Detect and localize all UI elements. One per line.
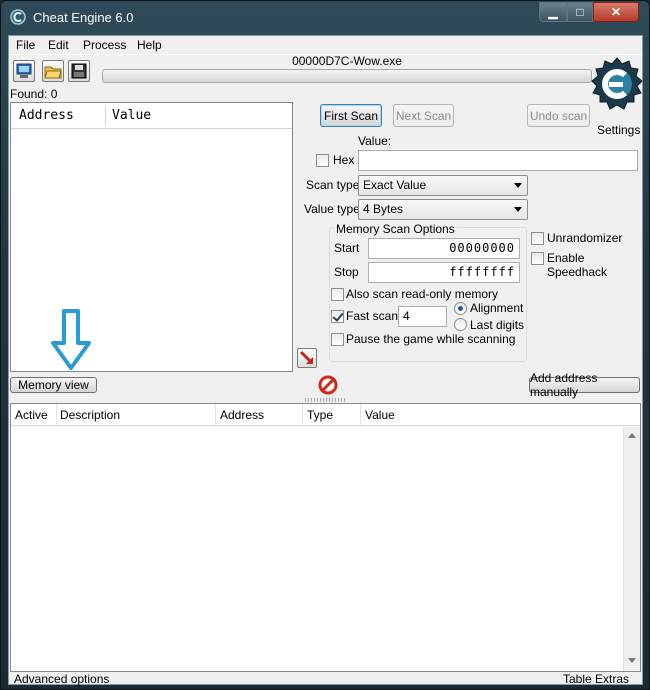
stop-icon[interactable]: [318, 375, 338, 395]
main-client-area: File Edit Process Help 00000D7C-Wow.exe …: [8, 35, 643, 686]
scan-type-value: Exact Value: [363, 178, 427, 192]
pause-game-label: Pause the game while scanning: [346, 332, 516, 346]
start-address-input[interactable]: 00000000: [368, 238, 520, 259]
stop-label: Stop: [334, 265, 359, 279]
chevron-down-icon: [514, 207, 522, 212]
column-header-type[interactable]: Type: [307, 408, 333, 422]
memory-scan-options-label: Memory Scan Options: [334, 222, 457, 236]
start-label: Start: [334, 241, 360, 255]
attached-process-name: 00000D7C-Wow.exe: [292, 54, 402, 68]
maximize-button[interactable]: □: [567, 2, 593, 22]
stop-address-input[interactable]: ffffffff: [368, 262, 520, 283]
vertical-scrollbar[interactable]: [623, 427, 640, 671]
pause-game-checkbox[interactable]: [331, 333, 344, 346]
readonly-memory-checkbox[interactable]: [331, 288, 344, 301]
speedhack-label: Enable Speedhack: [547, 251, 608, 279]
scan-value-input[interactable]: [358, 150, 638, 171]
scroll-down-icon[interactable]: [628, 658, 636, 664]
cheat-table-header: Active Description Address Type Value: [11, 404, 640, 426]
menu-bar: File Edit Process Help: [9, 36, 642, 55]
settings-link[interactable]: Settings: [597, 123, 640, 137]
hex-label: Hex: [333, 153, 355, 167]
red-arrow-icon: [299, 350, 313, 364]
value-type-value: 4 Bytes: [363, 202, 404, 216]
menu-help[interactable]: Help: [137, 38, 162, 52]
hex-checkbox[interactable]: [316, 154, 329, 167]
found-count-label: Found: 0: [10, 87, 58, 101]
column-header-address[interactable]: Address: [19, 108, 74, 123]
add-address-manually-button[interactable]: Add address manually: [529, 371, 640, 399]
undo-scan-button[interactable]: Undo scan: [527, 104, 590, 127]
open-folder-icon: [44, 66, 62, 79]
menu-file[interactable]: File: [16, 38, 35, 52]
table-extras-link[interactable]: Table Extras: [563, 672, 629, 686]
scan-type-select[interactable]: Exact Value: [358, 175, 528, 196]
column-divider: [215, 404, 216, 426]
next-scan-button[interactable]: Next Scan: [393, 104, 454, 127]
panel-splitter[interactable]: [305, 398, 345, 402]
advanced-options-link[interactable]: Advanced options: [14, 672, 109, 686]
close-icon: ✕: [610, 5, 622, 19]
menu-process[interactable]: Process: [83, 38, 126, 52]
scan-progress-bar: [102, 69, 592, 83]
close-button[interactable]: ✕: [593, 2, 639, 22]
title-bar[interactable]: Cheat Engine 6.0 ▁ □ ✕: [1, 1, 649, 35]
column-divider: [56, 404, 57, 426]
scroll-up-icon[interactable]: [628, 432, 636, 438]
application-window: Cheat Engine 6.0 ▁ □ ✕ File Edit Process…: [0, 0, 650, 690]
window-title: Cheat Engine 6.0: [33, 10, 134, 25]
column-divider: [105, 106, 106, 126]
down-arrow-annotation-icon: [51, 309, 91, 370]
value-type-select[interactable]: 4 Bytes: [358, 199, 528, 220]
open-file-button[interactable]: [42, 60, 64, 82]
copy-to-address-list-button[interactable]: [297, 348, 317, 368]
computer-icon: [16, 63, 32, 78]
minimize-button[interactable]: ▁: [539, 2, 567, 22]
menu-edit[interactable]: Edit: [48, 38, 69, 52]
scan-type-label: Scan type: [306, 178, 360, 192]
column-header-active[interactable]: Active: [15, 408, 48, 422]
readonly-memory-label: Also scan read-only memory: [346, 287, 499, 301]
memory-view-button[interactable]: Memory view: [10, 377, 97, 393]
alignment-radio[interactable]: [454, 302, 467, 315]
fast-scan-label: Fast scan: [346, 309, 399, 323]
column-divider: [302, 404, 303, 426]
unrandomizer-checkbox[interactable]: [531, 232, 544, 245]
save-button[interactable]: [68, 60, 90, 82]
found-list-header: Address Value: [11, 103, 292, 129]
unrandomizer-label: Unrandomizer: [547, 231, 623, 245]
column-header-value[interactable]: Value: [365, 408, 395, 422]
chevron-down-icon: [514, 183, 522, 188]
value-label: Value:: [358, 134, 392, 148]
alignment-label: Alignment: [470, 301, 524, 315]
fast-scan-alignment-input[interactable]: 4: [398, 306, 447, 327]
last-digits-label: Last digits: [470, 318, 525, 332]
maximize-icon: □: [576, 5, 584, 19]
cheat-table-list[interactable]: Active Description Address Type Value: [10, 403, 641, 672]
minimize-icon: ▁: [548, 5, 558, 19]
speedhack-checkbox[interactable]: [531, 252, 544, 265]
fast-scan-checkbox[interactable]: [331, 310, 344, 323]
column-header-value[interactable]: Value: [112, 108, 151, 123]
select-process-button[interactable]: [13, 60, 35, 82]
floppy-disk-icon: [71, 63, 87, 79]
cheat-engine-app-icon[interactable]: [9, 8, 27, 26]
status-footer: Advanced options Table Extras: [9, 672, 642, 686]
cheat-engine-logo-icon[interactable]: [591, 56, 643, 116]
value-type-label: Value type: [304, 202, 360, 216]
column-header-description[interactable]: Description: [60, 408, 120, 422]
last-digits-radio[interactable]: [454, 318, 467, 331]
first-scan-button[interactable]: First Scan: [320, 104, 382, 127]
column-header-address[interactable]: Address: [220, 408, 264, 422]
column-divider: [360, 404, 361, 426]
